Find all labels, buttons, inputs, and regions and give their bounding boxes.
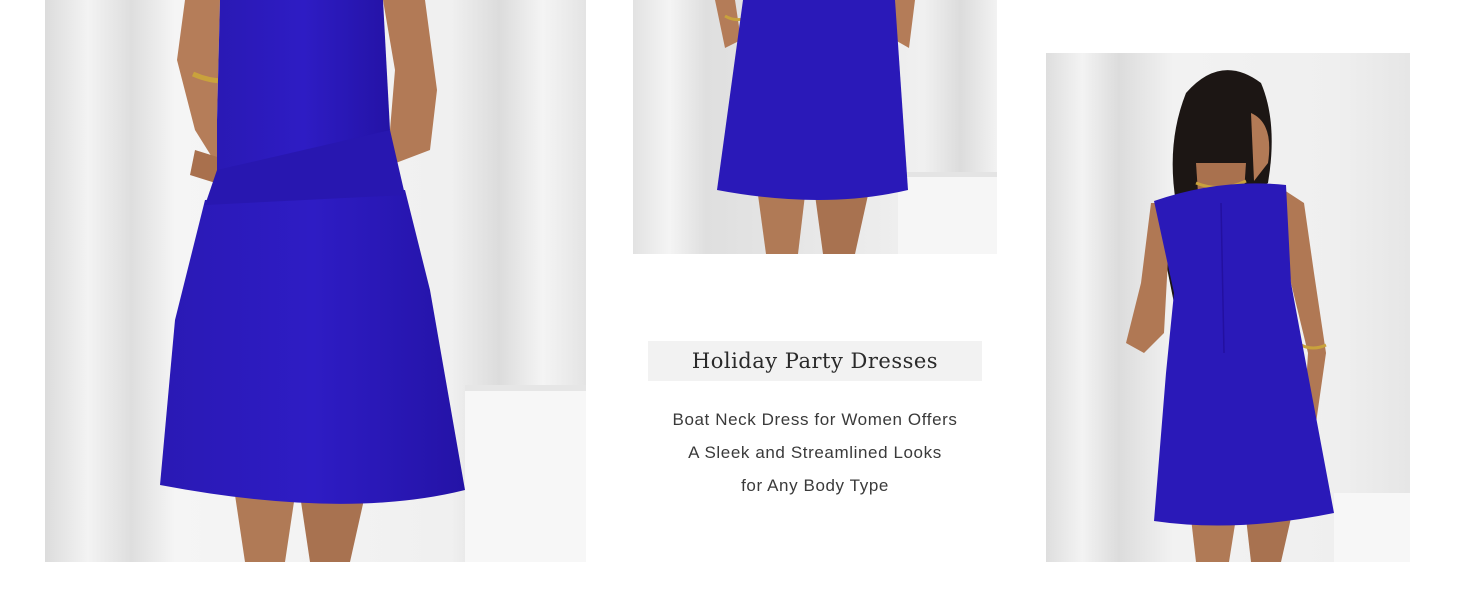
dress-back-view-image	[1046, 53, 1410, 562]
product-description: Boat Neck Dress for Women Offers A Sleek…	[633, 403, 997, 502]
collection-title: Holiday Party Dresses	[691, 349, 939, 373]
description-line: for Any Body Type	[741, 476, 889, 495]
dress-front-closeup-image	[45, 0, 586, 562]
collection-title-box: Holiday Party Dresses	[648, 341, 982, 381]
product-banner: Holiday Party Dresses Boat Neck Dress fo…	[0, 0, 1464, 600]
description-line: A Sleek and Streamlined Looks	[688, 443, 942, 462]
dress-skirt-image	[633, 0, 997, 254]
description-line: Boat Neck Dress for Women Offers	[672, 410, 958, 429]
